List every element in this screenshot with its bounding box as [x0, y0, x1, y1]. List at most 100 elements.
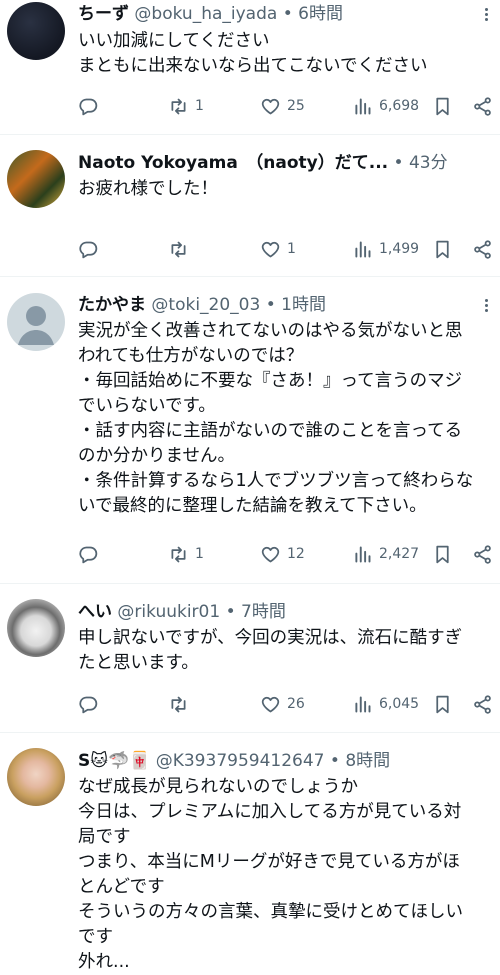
display-name[interactable]: S🐱🦈🀄 — [78, 751, 150, 771]
retweet-icon — [171, 241, 186, 257]
tweet-text-line: 申し訳ないですが、今回の実況は、流石に酷すぎ — [78, 628, 463, 648]
views-count: 6,045 — [379, 696, 420, 712]
bookmark-button[interactable] — [432, 692, 453, 716]
tweet-text: 実況が全く改善されてないのはやる気がないと思 われても仕方がないのでは？ ・毎回… — [78, 319, 494, 519]
separator-dot: • — [282, 4, 293, 24]
avatar[interactable] — [7, 293, 65, 351]
tweet-text-line: なぜ成長が見られないのでしょうか — [78, 777, 358, 797]
timestamp[interactable]: 8時間 — [345, 751, 390, 771]
tweet-text-line: でいらないです。 — [78, 396, 216, 416]
views-icon — [355, 241, 371, 257]
handle[interactable]: @K3937959412647 — [156, 751, 325, 771]
reply-icon — [79, 241, 98, 258]
retweet-icon — [171, 98, 186, 114]
reply-button[interactable] — [78, 542, 105, 566]
separator-dot: • — [265, 295, 276, 315]
more-icon[interactable] — [480, 297, 492, 317]
share-icon — [474, 239, 491, 259]
like-button[interactable]: 1 — [260, 237, 296, 261]
avatar[interactable] — [7, 599, 65, 657]
tweet-text-line: ・話す内容に主語がないので誰のことを言ってる — [78, 421, 463, 441]
views-button[interactable]: 6,698 — [352, 94, 419, 118]
like-button[interactable]: 12 — [260, 542, 305, 566]
display-name[interactable]: へい — [78, 602, 112, 622]
tweet-text: お疲れ様でした！ — [78, 177, 494, 202]
share-button[interactable] — [472, 692, 493, 716]
share-button[interactable] — [472, 542, 493, 566]
tweet-header: へい @rikuukir01 • 7時間 — [78, 599, 490, 625]
handle[interactable]: @toki_20_03 — [151, 295, 260, 315]
reply-icon — [79, 696, 98, 713]
views-button[interactable]: 6,045 — [352, 692, 419, 716]
reply-button[interactable] — [78, 237, 105, 261]
tweet-text: 申し訳ないですが、今回の実況は、流石に酷すぎ たと思います。 — [78, 626, 494, 676]
share-icon — [474, 544, 491, 564]
handle[interactable]: @rikuukir01 — [117, 602, 220, 622]
like-button[interactable]: 25 — [260, 94, 305, 118]
timestamp[interactable]: 43分 — [409, 153, 448, 173]
display-name[interactable]: ちーず — [78, 4, 129, 24]
reply-icon — [79, 546, 98, 563]
share-icon — [474, 96, 491, 116]
retweet-count: 1 — [195, 98, 204, 114]
retweet-button[interactable]: 1 — [168, 94, 204, 118]
bookmark-icon — [436, 240, 449, 258]
timestamp[interactable]: 6時間 — [298, 4, 343, 24]
bookmark-icon — [436, 545, 449, 563]
tweet-text-line: いい加減にしてください — [78, 31, 270, 51]
share-button[interactable] — [472, 94, 493, 118]
avatar[interactable] — [7, 748, 65, 806]
views-button[interactable]: 2,427 — [352, 542, 419, 566]
timestamp[interactable]: 7時間 — [241, 602, 286, 622]
retweet-button[interactable] — [168, 692, 195, 716]
tweet[interactable]: ちーず @boku_ha_iyada • 6時間 いい加減にしてください まとも… — [0, 0, 500, 134]
avatar[interactable] — [7, 150, 65, 208]
bookmark-button[interactable] — [432, 237, 453, 261]
separator-dot: • — [225, 602, 236, 622]
tweet-text-line: たと思います。 — [78, 653, 199, 673]
tweet-text-line: 今日は、プレミアムに加入してる方が見ている対 — [78, 802, 462, 822]
views-button[interactable]: 1,499 — [352, 237, 419, 261]
share-icon — [474, 694, 491, 714]
display-name[interactable]: Naoto Yokoyama （naoty）だて... — [78, 153, 388, 173]
tweet-text-line: お疲れ様でした！ — [78, 179, 218, 199]
tweet-text-line: とんどです — [78, 877, 165, 897]
like-count: 26 — [287, 696, 305, 712]
more-icon[interactable] — [480, 6, 492, 26]
tweet-text-line: ・条件計算するなら1人でブツブツ言って終わらな — [78, 471, 474, 491]
retweet-icon — [171, 696, 186, 712]
views-count: 2,427 — [379, 546, 420, 562]
bookmark-button[interactable] — [432, 94, 453, 118]
tweet-text-line: ・毎回話始めに不要な『さあ！』って言うのマジ — [78, 371, 463, 391]
views-icon — [355, 98, 371, 114]
tweet[interactable]: Naoto Yokoyama （naoty）だて... • 43分 お疲れ様でし… — [0, 135, 500, 276]
like-icon — [261, 696, 280, 712]
tweet[interactable]: S🐱🦈🀄 @K3937959412647 • 8時間 なぜ成長が見られないのでし… — [0, 733, 500, 972]
retweet-button[interactable]: 1 — [168, 542, 204, 566]
tweet-text: いい加減にしてください まともに出来ないなら出てこないでください — [78, 29, 494, 79]
tweet[interactable]: たかやま @toki_20_03 • 1時間 実況が全く改善されてないのはやる気… — [0, 277, 500, 583]
action-bar: 1 1,499 — [78, 237, 498, 261]
tweet-text-line: つまり、本当にMリーグが好きで見ている方がほ — [78, 852, 460, 872]
retweet-button[interactable] — [168, 237, 195, 261]
tweet-text-line: 実況が全く改善されてないのはやる気がないと思 — [78, 321, 463, 341]
tweet[interactable]: へい @rikuukir01 • 7時間 申し訳ないですが、今回の実況は、流石に… — [0, 584, 500, 732]
like-button[interactable]: 26 — [260, 692, 305, 716]
tweet-text: なぜ成長が見られないのでしょうか 今日は、プレミアムに加入してる方が見ている対 … — [78, 775, 494, 975]
tweet-header: たかやま @toki_20_03 • 1時間 — [78, 292, 490, 318]
bookmark-button[interactable] — [432, 542, 453, 566]
reply-button[interactable] — [78, 692, 105, 716]
like-icon — [261, 241, 280, 257]
tweet-text-line: まともに出来ないなら出てこないでください — [78, 56, 428, 76]
share-button[interactable] — [472, 237, 493, 261]
avatar[interactable] — [7, 2, 65, 60]
separator-dot: • — [393, 153, 404, 173]
views-count: 1,499 — [379, 241, 420, 257]
tweet-header: Naoto Yokoyama （naoty）だて... • 43分 — [78, 150, 490, 176]
display-name[interactable]: たかやま — [78, 295, 146, 315]
reply-button[interactable] — [78, 94, 105, 118]
default-avatar-icon — [18, 306, 54, 345]
reply-icon — [79, 98, 98, 115]
handle[interactable]: @boku_ha_iyada — [134, 4, 277, 24]
timestamp[interactable]: 1時間 — [281, 295, 326, 315]
